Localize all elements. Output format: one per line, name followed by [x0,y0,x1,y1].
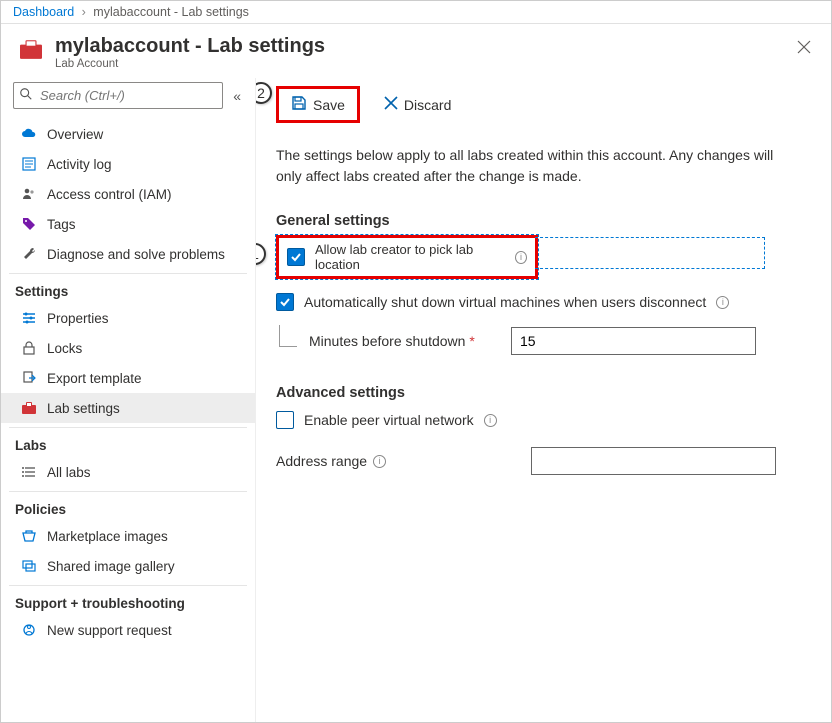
focus-outline [535,237,765,269]
sidebar-item-new-support-request[interactable]: New support request [1,615,255,645]
general-settings-heading: General settings [276,213,807,229]
collapse-sidebar-button[interactable]: « [229,88,245,104]
sidebar-item-label: Locks [47,341,82,356]
support-icon [21,622,37,638]
annotation-badge-1: 1 [256,243,266,265]
cloud-icon [21,126,37,142]
sidebar-item-label: Diagnose and solve problems [47,247,225,262]
info-icon[interactable]: i [484,414,497,427]
minutes-label: Minutes before shutdown [309,333,465,349]
advanced-settings-heading: Advanced settings [276,385,807,401]
tag-icon [21,216,37,232]
breadcrumb: Dashboard › mylabaccount - Lab settings [1,1,831,24]
breadcrumb-root[interactable]: Dashboard [13,5,74,19]
sidebar-item-label: Export template [47,371,142,386]
sidebar-section-policies: Policies [1,492,255,521]
allow-pick-location-row: Allow lab creator to pick lab location i [276,235,538,279]
lock-icon [21,340,37,356]
sidebar-item-diagnose[interactable]: Diagnose and solve problems [1,239,255,269]
sidebar-item-label: Shared image gallery [47,559,175,574]
list-icon [21,464,37,480]
properties-icon [21,310,37,326]
required-asterisk: * [469,333,474,349]
sidebar-item-label: All labs [47,465,91,480]
sidebar-item-label: Lab settings [47,401,120,416]
sidebar-item-label: Overview [47,127,103,142]
lab-account-icon [17,38,45,60]
settings-description: The settings below apply to all labs cre… [276,145,796,187]
chevron-right-icon: › [78,5,90,19]
sidebar-item-tags[interactable]: Tags [1,209,255,239]
search-input-wrap [13,82,223,109]
auto-shutdown-label: Automatically shut down virtual machines… [304,294,706,310]
auto-shutdown-checkbox[interactable] [276,293,294,311]
sidebar-section-settings: Settings [1,274,255,303]
sidebar-item-label: Properties [47,311,109,326]
allow-pick-location-label: Allow lab creator to pick lab location [315,242,505,272]
info-icon[interactable]: i [373,455,386,468]
sidebar-item-lab-settings[interactable]: Lab settings [1,393,255,423]
save-icon [291,95,307,114]
address-range-input[interactable] [531,447,776,475]
sidebar-item-label: Activity log [47,157,112,172]
address-range-label: Address range [276,453,367,469]
activity-log-icon [21,156,37,172]
discard-icon [384,96,398,113]
page-title: mylabaccount - Lab settings [55,34,325,58]
main-content: 2 Save Discard The settings below apply … [256,78,831,722]
enable-peer-checkbox[interactable] [276,411,294,429]
save-button[interactable]: Save [285,91,351,118]
annotation-badge-2: 2 [256,82,272,104]
search-input[interactable] [13,82,223,109]
enable-peer-row: Enable peer virtual network i [276,411,807,429]
minutes-before-shutdown-row: Minutes before shutdown * [304,327,807,355]
sidebar-item-properties[interactable]: Properties [1,303,255,333]
sidebar-item-export-template[interactable]: Export template [1,363,255,393]
page-header: mylabaccount - Lab settings Lab Account [1,24,831,78]
sidebar-item-all-labs[interactable]: All labs [1,457,255,487]
sidebar-item-label: Tags [47,217,76,232]
indent-connector [279,325,297,347]
sidebar-section-support: Support + troubleshooting [1,586,255,615]
marketplace-icon [21,528,37,544]
export-icon [21,370,37,386]
sidebar-item-label: Marketplace images [47,529,168,544]
sidebar-item-overview[interactable]: Overview [1,119,255,149]
minutes-before-shutdown-input[interactable] [511,327,756,355]
allow-pick-location-checkbox[interactable] [287,248,305,266]
breadcrumb-current: mylabaccount - Lab settings [93,5,249,19]
sidebar-section-labs: Labs [1,428,255,457]
sidebar: « Overview Activity log Access control (… [1,78,256,722]
people-icon [21,186,37,202]
search-icon [19,87,33,104]
address-range-row: Address range i [276,447,807,475]
wrench-icon [21,246,37,262]
info-icon[interactable]: i [515,251,527,264]
sidebar-item-marketplace-images[interactable]: Marketplace images [1,521,255,551]
sidebar-item-label: Access control (IAM) [47,187,172,202]
close-button[interactable] [793,34,815,63]
sidebar-item-locks[interactable]: Locks [1,333,255,363]
sidebar-item-activity-log[interactable]: Activity log [1,149,255,179]
toolbar: Save Discard [276,86,807,123]
sidebar-item-access-control[interactable]: Access control (IAM) [1,179,255,209]
discard-button[interactable]: Discard [378,92,457,117]
save-highlight: Save [276,86,360,123]
gallery-icon [21,558,37,574]
auto-shutdown-row: Automatically shut down virtual machines… [276,293,807,311]
save-label: Save [313,97,345,113]
page-subtitle: Lab Account [55,58,325,70]
toolbox-icon [21,400,37,416]
info-icon[interactable]: i [716,296,729,309]
sidebar-item-shared-image-gallery[interactable]: Shared image gallery [1,551,255,581]
enable-peer-label: Enable peer virtual network [304,412,474,428]
discard-label: Discard [404,97,451,113]
sidebar-item-label: New support request [47,623,172,638]
